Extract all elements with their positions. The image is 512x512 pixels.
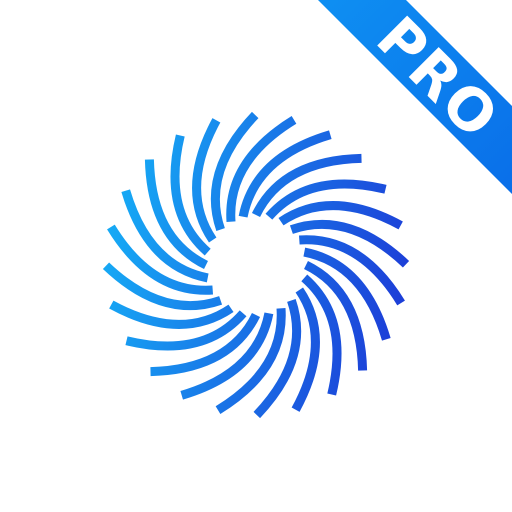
pro-ribbon: PRO: [318, 0, 512, 194]
app-icon: PRO: [0, 0, 512, 512]
